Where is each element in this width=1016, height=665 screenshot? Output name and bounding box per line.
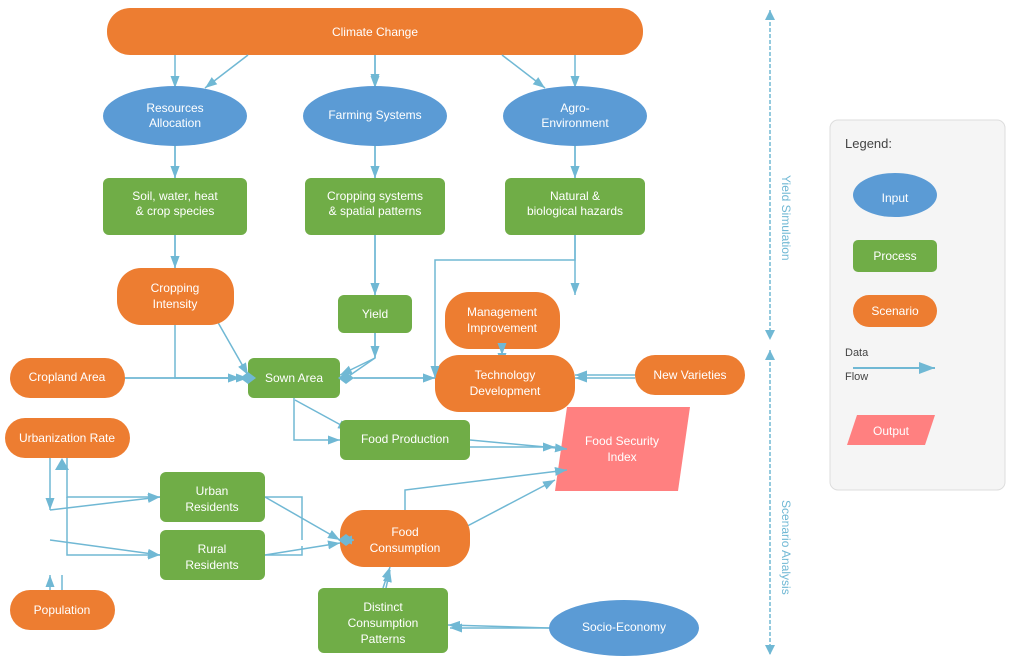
node-food-security-index: Food Security Index — [555, 407, 690, 491]
legend-process-label: Process — [873, 249, 916, 263]
node-population: Population — [10, 590, 115, 630]
node-urban-residents: Urban Residents — [160, 472, 265, 522]
node-food-consumption: Food Consumption — [340, 510, 470, 567]
node-urbanization-rate: Urbanization Rate — [5, 418, 130, 458]
node-technology-development: Technology Development — [435, 355, 575, 412]
scenario-analysis-label: Scenario Analysis — [779, 500, 793, 595]
node-food-production: Food Production — [340, 420, 470, 460]
legend-flow-label2: Flow — [845, 371, 868, 383]
node-sown-area: Sown Area — [248, 358, 340, 398]
node-farming-systems: Farming Systems — [303, 86, 447, 146]
node-natural-hazards: Natural & biological hazards — [505, 178, 645, 235]
node-resources-allocation: Resources Allocation — [103, 86, 247, 146]
node-agro-environment: Agro- Environment — [503, 86, 647, 146]
legend-output-label: Output — [873, 424, 910, 438]
node-cropping-systems: Cropping systems & spatial patterns — [305, 178, 445, 235]
node-climate-change: Climate Change — [107, 8, 643, 55]
legend-box: Legend: Input Process Scenario Data Flow… — [830, 120, 1005, 490]
node-yield: Yield — [338, 295, 412, 333]
yield-simulation-label: Yield Simulation — [779, 175, 793, 261]
node-rural-residents: Rural Residents — [160, 530, 265, 580]
legend-flow-label: Data — [845, 347, 869, 359]
legend-input-label: Input — [882, 191, 909, 205]
legend-scenario-label: Scenario — [871, 304, 919, 318]
node-cropping-intensity: Cropping Intensity — [117, 268, 234, 325]
node-cropland-area: Cropland Area — [10, 358, 125, 398]
node-new-varieties: New Varieties — [635, 355, 745, 395]
node-socio-economy: Socio-Economy — [549, 600, 699, 656]
node-soil-water: Soil, water, heat & crop species — [103, 178, 247, 235]
legend-title: Legend: — [845, 136, 892, 151]
node-distinct-consumption: Distinct Consumption Patterns — [318, 588, 448, 653]
node-management-improvement: Management Improvement — [445, 292, 560, 349]
